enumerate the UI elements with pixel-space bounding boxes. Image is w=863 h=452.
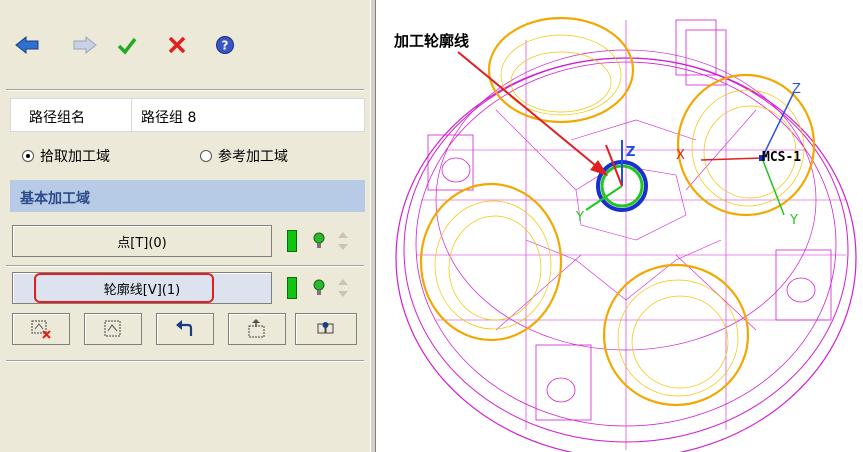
- contour-visibility-icon[interactable]: [311, 278, 327, 298]
- panel-toolbar: ?: [0, 0, 370, 90]
- path-group-label: 路径组名: [29, 110, 85, 126]
- row-divider: [6, 265, 364, 267]
- radio-reference-domain-indicator[interactable]: [200, 150, 212, 162]
- ok-button[interactable]: [112, 30, 142, 60]
- point-visibility-icon[interactable]: [311, 231, 327, 251]
- mcs-y-label: Y: [790, 213, 798, 228]
- edit-item-icon: [248, 319, 265, 338]
- svg-text:?: ?: [222, 39, 229, 53]
- remove-item-icon: [31, 320, 51, 339]
- path-group-divider: [131, 99, 132, 131]
- help-icon: ?: [216, 36, 234, 54]
- path-group-value[interactable]: 路径组 8: [141, 107, 196, 127]
- point-reorder-icon[interactable]: [336, 231, 350, 251]
- undo-button[interactable]: [156, 313, 214, 345]
- property-panel: ? 路径组名 路径组 8 拾取加工域 参考加工域 基本加工域 点[T](0) 轮…: [0, 0, 370, 452]
- radio-reference-domain-label: 参考加工域: [218, 149, 288, 165]
- section-title: 基本加工域: [20, 191, 90, 207]
- help-button[interactable]: ?: [210, 30, 240, 60]
- remove-item-button[interactable]: [12, 313, 70, 345]
- contour-annotation-label: 加工轮廓线: [394, 32, 470, 50]
- cancel-button[interactable]: [162, 30, 192, 60]
- point-color-swatch[interactable]: [287, 230, 297, 252]
- graphics-viewport[interactable]: 加工轮廓线 MCS-1 Z Y X Z Y: [376, 0, 863, 452]
- bottom-divider: [6, 360, 364, 362]
- toolbar-divider: [6, 89, 364, 91]
- radio-pick-domain-label: 拾取加工域: [40, 149, 110, 165]
- point-button-label: 点[T](0): [117, 235, 167, 251]
- edit-item-button[interactable]: [228, 313, 286, 345]
- back-button[interactable]: [12, 30, 42, 60]
- forward-button[interactable]: [70, 30, 100, 60]
- point-button[interactable]: 点[T](0): [12, 225, 272, 257]
- close-icon: [168, 36, 186, 54]
- contour-reorder-icon[interactable]: [336, 278, 350, 298]
- contour-color-swatch[interactable]: [287, 277, 297, 299]
- path-group-row: 路径组名 路径组 8: [10, 98, 365, 132]
- settings-button[interactable]: [295, 313, 357, 345]
- section-header: 基本加工域: [10, 180, 365, 212]
- check-icon: [117, 37, 137, 55]
- back-arrow-icon: [15, 35, 39, 55]
- local-y-label: Y: [576, 210, 584, 225]
- mcs-label: MCS-1: [762, 150, 802, 165]
- select-item-button[interactable]: [84, 313, 142, 345]
- forward-arrow-icon: [73, 35, 97, 55]
- radio-reference-domain[interactable]: 参考加工域: [200, 146, 288, 166]
- mcs-z-label: Z: [792, 82, 801, 97]
- radio-pick-domain[interactable]: 拾取加工域: [22, 146, 110, 166]
- mcs-x-label: X: [676, 148, 685, 163]
- settings-icon: [317, 322, 334, 334]
- highlight-box: [34, 273, 214, 303]
- select-item-icon: [104, 320, 121, 337]
- radio-pick-domain-indicator[interactable]: [22, 150, 34, 162]
- undo-icon: [176, 320, 193, 336]
- local-z-label: Z: [626, 145, 636, 160]
